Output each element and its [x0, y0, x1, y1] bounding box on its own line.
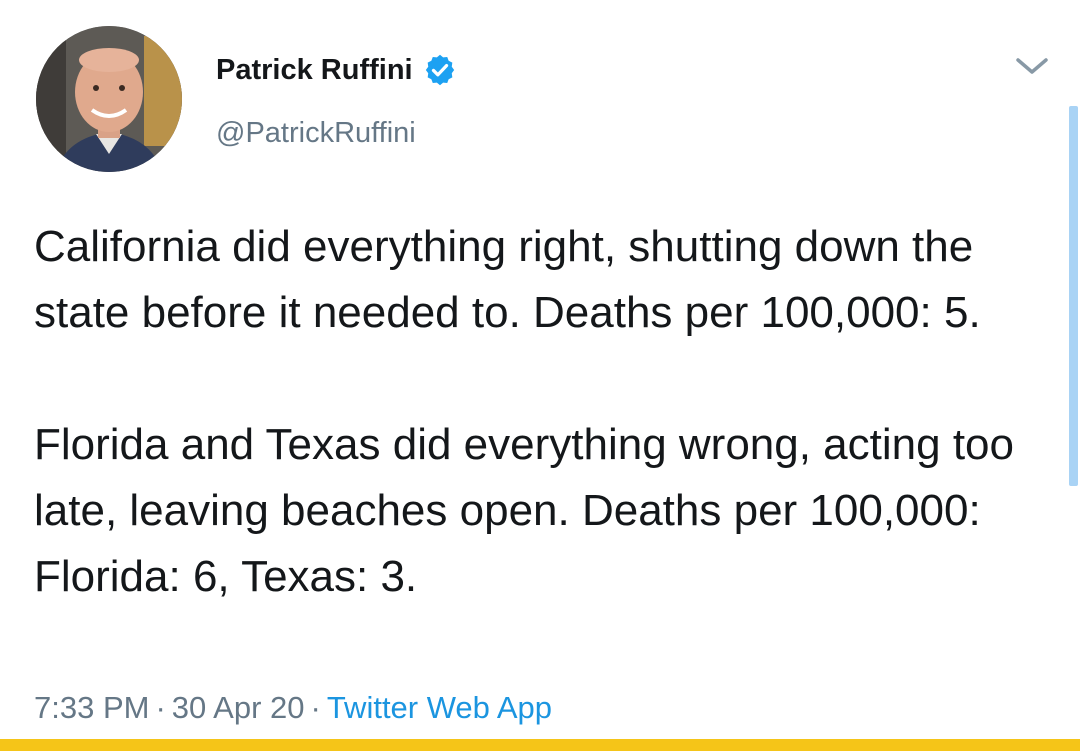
- tweet-text: California did everything right, shuttin…: [34, 214, 1044, 610]
- tweet-source-link[interactable]: Twitter Web App: [327, 690, 552, 725]
- bottom-accent-bar: [0, 739, 1080, 751]
- author-handle[interactable]: @PatrickRuffini: [216, 117, 416, 150]
- verified-badge-icon: [425, 54, 454, 86]
- avatar-photo: [36, 26, 182, 172]
- author-name-row: Patrick Ruffini: [216, 50, 457, 90]
- tweet-paragraph: California did everything right, shuttin…: [34, 222, 981, 337]
- tweet-metadata: 7:33 PM · 30 Apr 20 · Twitter Web App: [34, 690, 552, 726]
- meta-separator: ·: [310, 690, 321, 725]
- chevron-down-icon[interactable]: [1014, 54, 1050, 78]
- author-display-name[interactable]: Patrick Ruffini: [216, 54, 413, 87]
- avatar[interactable]: [36, 26, 182, 172]
- meta-separator: ·: [155, 690, 166, 725]
- tweet-paragraph: Florida and Texas did everything wrong, …: [34, 420, 1014, 601]
- tweet-time[interactable]: 7:33 PM: [34, 690, 149, 725]
- tweet-date[interactable]: 30 Apr 20: [172, 690, 305, 725]
- scrollbar[interactable]: [1069, 106, 1078, 486]
